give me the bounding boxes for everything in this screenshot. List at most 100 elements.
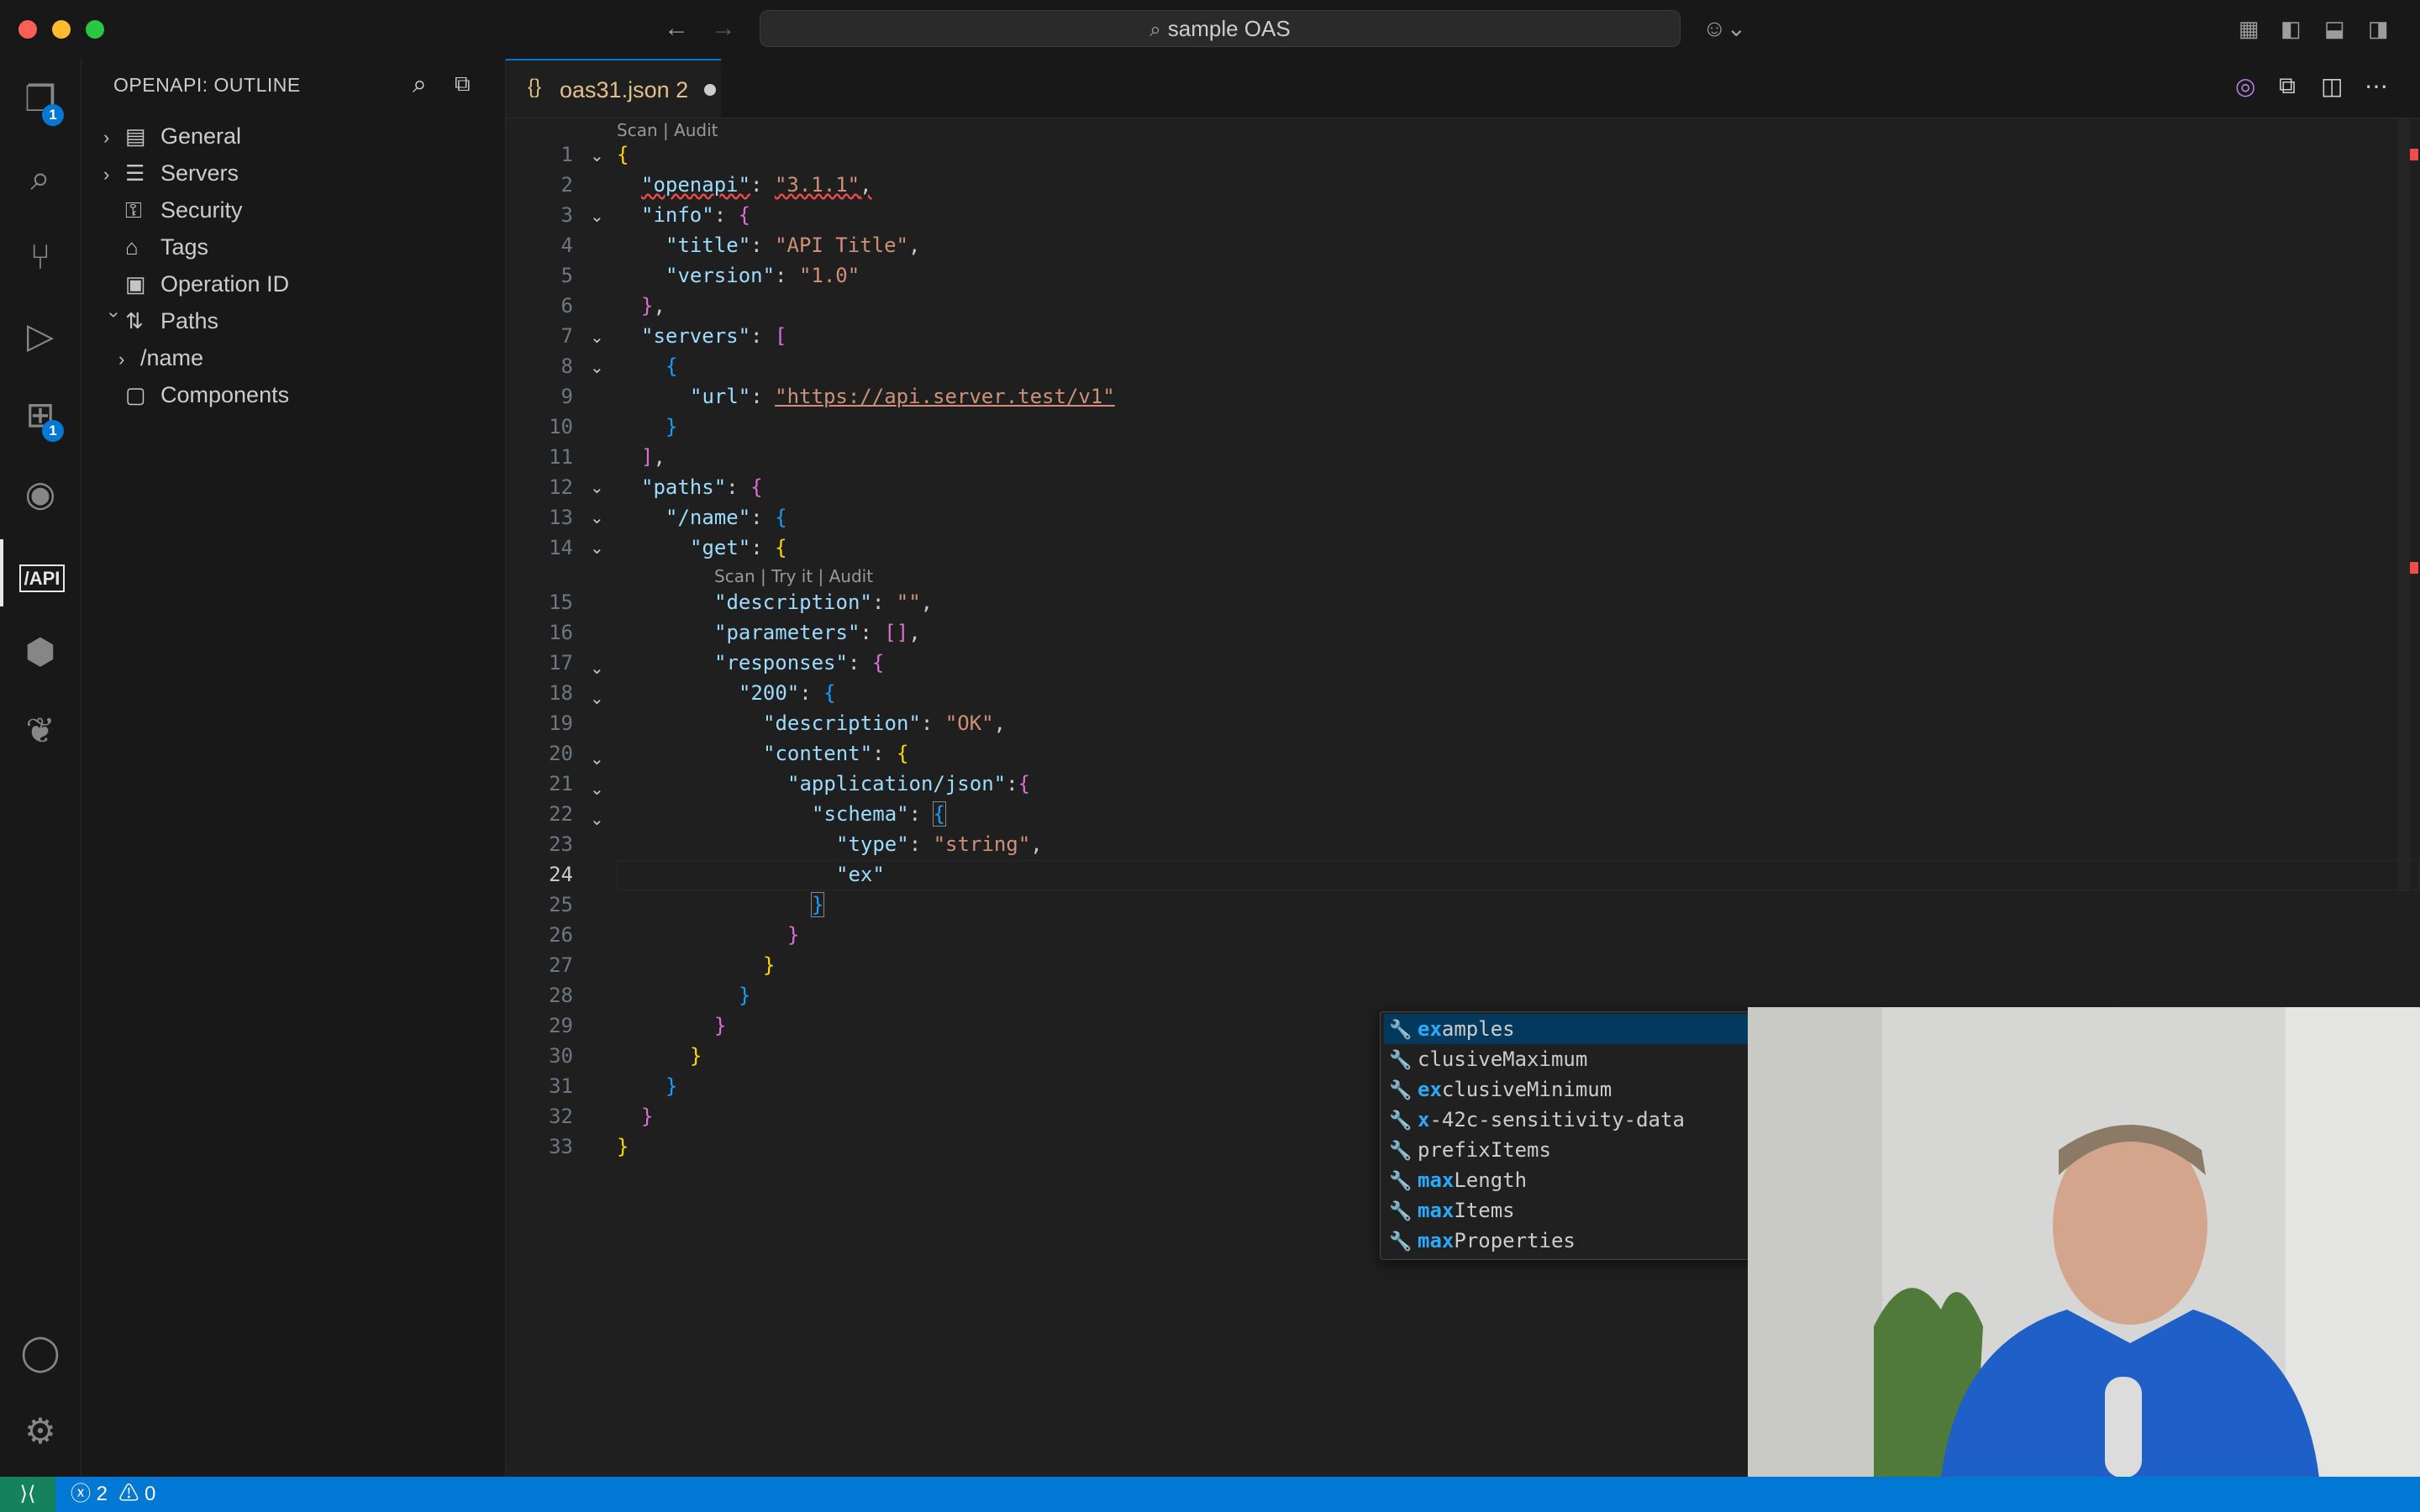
line-number: 29 (549, 1014, 573, 1037)
code-line-28: } (739, 984, 751, 1007)
suggestion-match: max (1418, 1229, 1455, 1252)
chevron-right-icon: › (118, 349, 125, 370)
openapi-icon[interactable]: /API (0, 539, 81, 606)
property-wrench-icon: 🔧 (1389, 1201, 1413, 1222)
activity-bar: ❐ 1 ⌕ ⑂ ▷ ⊞ 1 ◉ /API ⬢ ❦ ◯ ⚙ (0, 59, 82, 1477)
fold-chevron-icon[interactable]: ⌄ (590, 779, 604, 800)
tab-oas31-json[interactable]: {} oas31.json 2 (506, 59, 721, 118)
line-number: 30 (549, 1044, 573, 1068)
fold-chevron-icon[interactable]: ⌄ (590, 538, 604, 559)
outline-item-path-name[interactable]: › /name (118, 339, 203, 376)
toggle-secondary-sidebar-icon[interactable]: ◨ (2368, 12, 2389, 45)
property-wrench-icon: 🔧 (1389, 1171, 1413, 1192)
code-line-10: } (666, 415, 678, 438)
customize-layout-icon[interactable]: ▦ (2238, 12, 2260, 45)
explorer-icon[interactable]: ❐ 1 (0, 66, 81, 133)
fold-chevron-icon[interactable]: ⌄ (590, 206, 604, 227)
scrollbar[interactable] (2398, 118, 2410, 891)
code-line-30: } (690, 1044, 702, 1068)
error-icon: ⓧ (71, 1483, 91, 1505)
line-number: 21 (549, 772, 573, 795)
crunch-audit-icon[interactable]: ◎ (2235, 72, 2255, 100)
fold-chevron-icon[interactable]: ⌄ (590, 658, 604, 679)
fold-chevron-icon[interactable]: ⌄ (590, 748, 604, 769)
maximize-window-button[interactable] (86, 20, 104, 39)
suggestion-match: max (1418, 1168, 1455, 1192)
close-window-button[interactable] (18, 20, 37, 39)
back-arrow-icon[interactable]: ← (664, 12, 689, 45)
forward-arrow-icon[interactable]: → (711, 12, 736, 45)
window-title: sample OAS (1167, 16, 1291, 41)
extensions-icon[interactable]: ⊞ 1 (0, 381, 81, 449)
outline-item-servers[interactable]: › ☰ Servers (103, 155, 239, 192)
search-icon[interactable]: ⌕ (413, 71, 427, 99)
command-center-search[interactable]: ⌕ sample OAS (760, 10, 1681, 47)
toggle-panel-icon[interactable]: ⬓ (2324, 12, 2345, 45)
outline-item-paths[interactable]: ›⇅ Paths (103, 302, 218, 339)
codelens-scan-tryit-audit[interactable]: Scan | Try it | Audit (714, 566, 873, 586)
outline-item-components[interactable]: ▢ Components (103, 376, 289, 413)
line-number: 33 (549, 1135, 573, 1158)
code-line-20: "content": { (763, 742, 909, 765)
openapi-outline-sidebar: OPENAPI: OUTLINE ⌕ ⧉ › ▤ General › ☰ Servers… (82, 59, 506, 1477)
key-icon: ⚿ (125, 197, 142, 223)
line-number: 1 (560, 143, 573, 166)
line-number: 14 (549, 536, 573, 559)
code-line-7: "servers": [ (641, 324, 787, 348)
problems-indicator[interactable]: ⓧ 2 ⚠ 0 (71, 1477, 155, 1512)
code-line-14: "get": { (690, 536, 787, 559)
leaf-icon[interactable]: ❦ (0, 697, 81, 764)
code-line-21: "application/json":{ (787, 772, 1030, 795)
collapse-all-icon[interactable]: ⧉ (455, 71, 471, 97)
settings-gear-icon[interactable]: ⚙ (0, 1398, 81, 1465)
suggestion-label: Properties (1454, 1229, 1576, 1252)
line-number: 22 (549, 802, 573, 826)
fold-chevron-icon[interactable]: ⌄ (590, 477, 604, 498)
line-number: 11 (549, 445, 573, 469)
status-bar: ⟩⟨ ⓧ 2 ⚠ 0 (0, 1477, 2420, 1512)
toggle-sidebar-icon[interactable]: ◧ (2281, 12, 2302, 45)
fold-chevron-icon[interactable]: ⌄ (590, 688, 604, 709)
outline-item-label: Tags (160, 234, 209, 260)
current-line-highlight (617, 860, 2420, 890)
code-line-12: "paths": { (641, 475, 763, 499)
codelens-scan-audit[interactable]: Scan | Audit (617, 120, 718, 140)
code-line-2: "openapi": "3.1.1", (641, 173, 872, 197)
42crunch-icon[interactable]: ⬢ (0, 618, 81, 685)
code-line-5: "version": "1.0" (666, 264, 860, 287)
box-icon: ▢ (125, 382, 146, 407)
fold-chevron-icon[interactable]: ⌄ (590, 809, 604, 830)
outline-item-operation-id[interactable]: ▣ Operation ID (103, 265, 289, 302)
server-icon: ☰ (125, 160, 145, 186)
unsaved-dot-icon[interactable] (704, 84, 716, 96)
github-icon[interactable]: ◉ (0, 460, 81, 528)
run-debug-icon[interactable]: ▷ (0, 302, 81, 370)
copilot-icon[interactable]: ☺⌄ (1702, 12, 1746, 45)
code-line-18: "200": { (739, 681, 836, 705)
outline-item-tags[interactable]: ⌂ Tags (103, 228, 208, 265)
fold-chevron-icon[interactable]: ⌄ (590, 327, 604, 348)
code-line-24[interactable]: "ex" (836, 863, 885, 886)
fold-chevron-icon[interactable]: ⌄ (590, 357, 604, 378)
suggestion-label: amples (1441, 1017, 1515, 1041)
source-control-icon[interactable]: ⑂ (0, 223, 81, 291)
more-actions-icon[interactable]: ⋯ (2365, 72, 2388, 100)
accounts-icon[interactable]: ◯ (0, 1319, 81, 1386)
search-icon[interactable]: ⌕ (0, 144, 81, 212)
fold-chevron-icon[interactable]: ⌄ (590, 145, 604, 166)
remote-indicator-icon[interactable]: ⟩⟨ (0, 1477, 55, 1512)
outline-item-general[interactable]: › ▤ General (103, 118, 241, 155)
suggestion-match: ex (1418, 1078, 1442, 1101)
chevron-down-icon: › (104, 312, 125, 318)
line-number: 15 (549, 591, 573, 614)
outline-item-security[interactable]: ⚿ Security (103, 192, 243, 228)
code-line-33: } (617, 1135, 629, 1158)
minimize-window-button[interactable] (52, 20, 71, 39)
line-number: 9 (560, 385, 573, 408)
split-editor-icon[interactable]: ◫ (2321, 72, 2343, 100)
code-line-17: "responses": { (714, 651, 885, 675)
code-line-23: "type": "string", (836, 832, 1043, 856)
line-number: 10 (549, 415, 573, 438)
fold-chevron-icon[interactable]: ⌄ (590, 507, 604, 528)
open-preview-icon[interactable]: ⧉ (2279, 72, 2296, 100)
